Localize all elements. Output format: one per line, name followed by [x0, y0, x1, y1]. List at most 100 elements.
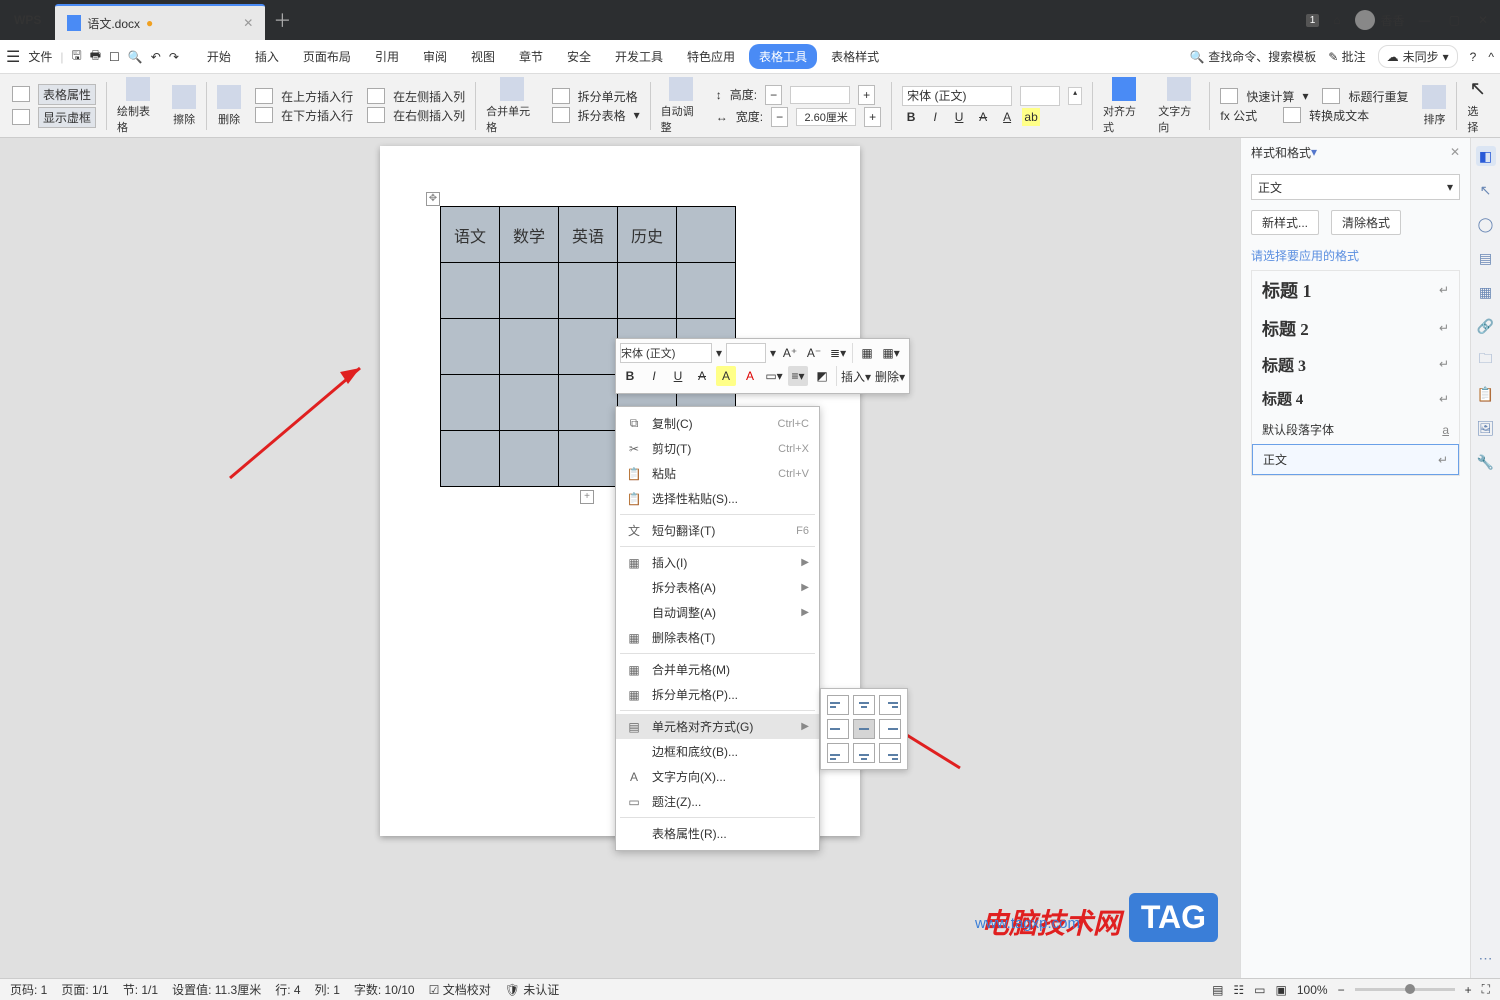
- style-h1[interactable]: 标题 1↵: [1252, 271, 1459, 309]
- add-tab-button[interactable]: ＋: [265, 0, 299, 40]
- zoom-slider[interactable]: [1355, 988, 1455, 991]
- mini-delete-button[interactable]: 删除▾: [875, 368, 905, 385]
- th-yingyu[interactable]: 英语: [559, 207, 618, 263]
- tab-insert[interactable]: 插入: [245, 44, 289, 69]
- tab-start[interactable]: 开始: [197, 44, 241, 69]
- inc-w[interactable]: +: [864, 107, 881, 127]
- tab-review[interactable]: 审阅: [413, 44, 457, 69]
- new-style-button[interactable]: 新样式...: [1251, 210, 1319, 235]
- close-icon[interactable]: ✕: [1478, 13, 1488, 27]
- rail-styles-icon[interactable]: ◧: [1476, 146, 1496, 166]
- zoom-out[interactable]: −: [1338, 983, 1345, 997]
- dec-h[interactable]: −: [765, 85, 782, 105]
- cm-paste-special[interactable]: 📋选择性粘贴(S)...: [616, 486, 819, 511]
- rail-tool-icon[interactable]: 🔧: [1476, 452, 1496, 472]
- cm-delete-table[interactable]: ▦删除表格(T): [616, 625, 819, 650]
- cm-caption[interactable]: ▭题注(Z)...: [616, 789, 819, 814]
- ins-right-button[interactable]: 在右侧插入列: [393, 107, 465, 124]
- fullscreen-icon[interactable]: ⛶: [1482, 982, 1490, 997]
- mini-font-select[interactable]: [620, 343, 712, 363]
- tab-view[interactable]: 视图: [461, 44, 505, 69]
- linespacing-icon[interactable]: ≣▾: [828, 343, 848, 363]
- autofit-button[interactable]: 自动调整: [657, 77, 706, 135]
- align-button[interactable]: 对齐方式: [1099, 77, 1148, 135]
- help-icon[interactable]: ?: [1470, 50, 1477, 64]
- mini-border[interactable]: ▭▾: [764, 366, 784, 386]
- size-select[interactable]: [1020, 86, 1060, 106]
- style-h3[interactable]: 标题 3↵: [1252, 346, 1459, 382]
- command-search[interactable]: 🔍 查找命令、搜索模板: [1190, 48, 1316, 65]
- italic-button[interactable]: I: [926, 108, 944, 126]
- rail-shape-icon[interactable]: ◯: [1476, 214, 1496, 234]
- cm-merge[interactable]: ▦合并单元格(M): [616, 657, 819, 682]
- align-mc[interactable]: [853, 719, 875, 739]
- redo-icon[interactable]: ↷: [169, 50, 179, 64]
- menu-icon[interactable]: ☰: [6, 47, 20, 67]
- view-web-icon[interactable]: ☷: [1233, 983, 1244, 997]
- rail-more-icon[interactable]: ⋯: [1476, 948, 1496, 968]
- ins-below-button[interactable]: 在下方插入行: [281, 107, 353, 124]
- to-text-button[interactable]: 转换成文本: [1309, 107, 1369, 124]
- style-h2[interactable]: 标题 2↵: [1252, 309, 1459, 346]
- rail-grid-icon[interactable]: ▦: [1476, 282, 1496, 302]
- sb-chars[interactable]: 字数: 10/10: [354, 981, 415, 998]
- cm-table-props[interactable]: 表格属性(R)...: [616, 821, 819, 846]
- align-tc[interactable]: [853, 695, 875, 715]
- mini-highlight[interactable]: A: [716, 366, 736, 386]
- rail-nav-icon[interactable]: ▤: [1476, 248, 1496, 268]
- mini-insert-button[interactable]: 插入▾: [841, 368, 871, 385]
- repeat-head-button[interactable]: 标题行重复: [1348, 88, 1408, 105]
- preview-icon[interactable]: ☐: [109, 50, 120, 64]
- grow-font-icon[interactable]: A⁺: [780, 343, 800, 363]
- mini-align[interactable]: ≡▾: [788, 366, 808, 386]
- font-select[interactable]: [902, 86, 1012, 106]
- style-body[interactable]: 正文↵: [1252, 444, 1459, 475]
- rail-folder-icon[interactable]: 🗀: [1476, 350, 1496, 370]
- style-h4[interactable]: 标题 4↵: [1252, 382, 1459, 415]
- save-icon[interactable]: 🖫: [71, 46, 81, 67]
- sb-section[interactable]: 节: 1/1: [123, 981, 158, 998]
- table-props-button[interactable]: 表格属性: [38, 84, 96, 105]
- file-menu[interactable]: 文件: [28, 48, 52, 65]
- th-yuwen[interactable]: 语文: [441, 207, 500, 263]
- underline-button[interactable]: U: [950, 108, 968, 126]
- sb-auth[interactable]: 🛡 未认证: [505, 981, 560, 998]
- cm-text-dir[interactable]: A文字方向(X)...: [616, 764, 819, 789]
- split-cell-button[interactable]: 拆分单元格: [578, 88, 638, 105]
- rail-select-icon[interactable]: ↖: [1476, 180, 1496, 200]
- tab-ref[interactable]: 引用: [365, 44, 409, 69]
- tab-special[interactable]: 特色应用: [677, 44, 745, 69]
- sb-spell[interactable]: ☑ 文档校对: [429, 981, 491, 998]
- delete-button[interactable]: 删除: [213, 85, 245, 127]
- collapse-ribbon-icon[interactable]: ^: [1488, 50, 1494, 64]
- cm-translate[interactable]: 文短句翻译(T)F6: [616, 518, 819, 543]
- merge-cells-button[interactable]: 合并单元格: [482, 77, 542, 135]
- comment-button[interactable]: ✎ 批注: [1328, 48, 1365, 65]
- rail-clipboard-icon[interactable]: 📋: [1476, 384, 1496, 404]
- mini-strike[interactable]: A: [692, 366, 712, 386]
- sync-chip[interactable]: ☁ 未同步 ▾: [1378, 45, 1458, 68]
- view-outline-icon[interactable]: ▭: [1254, 983, 1265, 997]
- cm-copy[interactable]: ⧉复制(C)Ctrl+C: [616, 411, 819, 436]
- align-br[interactable]: [879, 743, 901, 763]
- rail-link-icon[interactable]: 🔗: [1476, 316, 1496, 336]
- ins-left-button[interactable]: 在左侧插入列: [393, 88, 465, 105]
- cm-autofit[interactable]: 自动调整(A)▶: [616, 600, 819, 625]
- zoom-in[interactable]: +: [1465, 983, 1472, 997]
- text-dir-button[interactable]: 文字方向: [1154, 77, 1203, 135]
- current-style-select[interactable]: 正文▾: [1251, 174, 1460, 200]
- search-icon[interactable]: 🔍: [128, 50, 143, 64]
- notify-badge[interactable]: 1: [1306, 14, 1320, 27]
- align-ml[interactable]: [827, 719, 849, 739]
- mini-autofit-icon[interactable]: ▦▾: [881, 343, 901, 363]
- th-lishi[interactable]: 历史: [618, 207, 677, 263]
- erase-button[interactable]: 擦除: [168, 85, 200, 127]
- mini-italic[interactable]: I: [644, 366, 664, 386]
- add-row-icon[interactable]: +: [580, 490, 594, 504]
- mini-color[interactable]: A: [740, 366, 760, 386]
- document-tab[interactable]: 语文.docx ● ✕: [55, 4, 265, 40]
- th-5[interactable]: [677, 207, 736, 263]
- dec-w[interactable]: −: [771, 107, 788, 127]
- tab-dev[interactable]: 开发工具: [605, 44, 673, 69]
- clear-format-button[interactable]: 清除格式: [1331, 210, 1401, 235]
